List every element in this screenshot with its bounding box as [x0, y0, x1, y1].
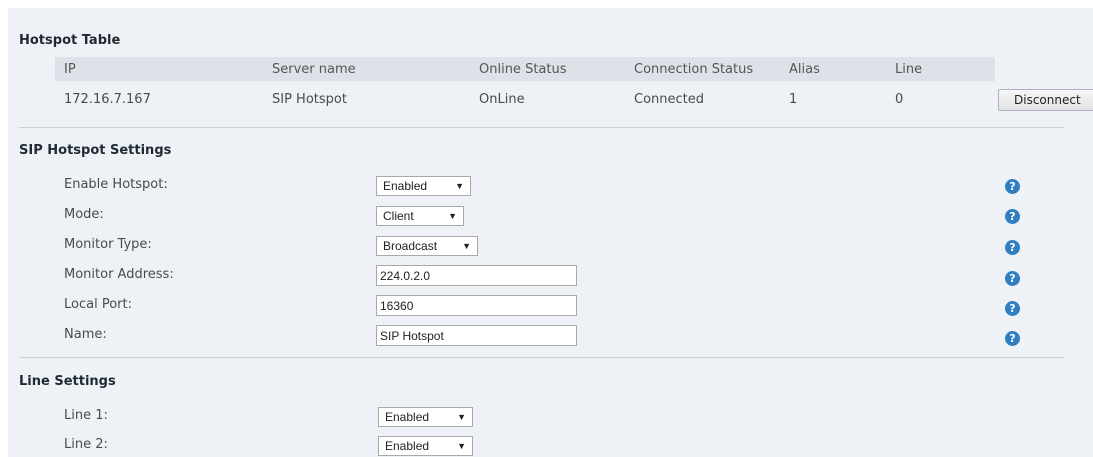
name-input[interactable] [376, 325, 577, 346]
help-icon[interactable]: ? [1005, 179, 1020, 194]
enable-hotspot-value: Enabled [383, 179, 428, 193]
line-2-value: Enabled [385, 439, 430, 453]
section-divider [19, 357, 1064, 358]
local-port-label: Local Port: [64, 297, 132, 312]
line-2-label: Line 2: [64, 437, 108, 452]
name-label: Name: [64, 327, 107, 342]
mode-value: Client [383, 209, 414, 223]
help-icon[interactable]: ? [1005, 331, 1020, 346]
mode-select[interactable]: Client ▼ [376, 206, 464, 226]
disconnect-button[interactable]: Disconnect [998, 89, 1093, 111]
column-header-line: Line [895, 62, 923, 77]
dropdown-arrow-icon: ▼ [462, 241, 471, 251]
cell-online-status: OnLine [479, 92, 525, 107]
line-settings-title: Line Settings [19, 374, 116, 389]
column-header-online-status: Online Status [479, 62, 567, 77]
local-port-input[interactable] [376, 295, 577, 316]
monitor-address-label: Monitor Address: [64, 267, 174, 282]
enable-hotspot-label: Enable Hotspot: [64, 177, 168, 192]
monitor-type-select[interactable]: Broadcast ▼ [376, 236, 478, 256]
enable-hotspot-select[interactable]: Enabled ▼ [376, 176, 471, 196]
help-icon[interactable]: ? [1005, 240, 1020, 255]
dropdown-arrow-icon: ▼ [457, 412, 466, 422]
monitor-type-label: Monitor Type: [64, 237, 152, 252]
help-icon[interactable]: ? [1005, 209, 1020, 224]
cell-connection-status: Connected [634, 92, 705, 107]
dropdown-arrow-icon: ▼ [455, 181, 464, 191]
monitor-type-value: Broadcast [383, 239, 438, 253]
column-header-ip: IP [64, 62, 76, 77]
cell-server-name: SIP Hotspot [272, 92, 347, 107]
line-1-value: Enabled [385, 410, 430, 424]
column-header-connection-status: Connection Status [634, 62, 754, 77]
help-icon[interactable]: ? [1005, 271, 1020, 286]
cell-alias: 1 [789, 92, 798, 107]
mode-label: Mode: [64, 207, 104, 222]
line-2-select[interactable]: Enabled ▼ [378, 436, 473, 456]
line-1-select[interactable]: Enabled ▼ [378, 407, 473, 427]
hotspot-table-title: Hotspot Table [19, 33, 121, 48]
help-icon[interactable]: ? [1005, 301, 1020, 316]
sip-hotspot-settings-title: SIP Hotspot Settings [19, 143, 172, 158]
section-divider [19, 127, 1064, 128]
line-1-label: Line 1: [64, 408, 108, 423]
column-header-server-name: Server name [272, 62, 356, 77]
dropdown-arrow-icon: ▼ [457, 441, 466, 451]
cell-ip: 172.16.7.167 [64, 92, 151, 107]
cell-line: 0 [895, 92, 904, 107]
column-header-alias: Alias [789, 62, 820, 77]
dropdown-arrow-icon: ▼ [448, 211, 457, 221]
monitor-address-input[interactable] [376, 265, 577, 286]
